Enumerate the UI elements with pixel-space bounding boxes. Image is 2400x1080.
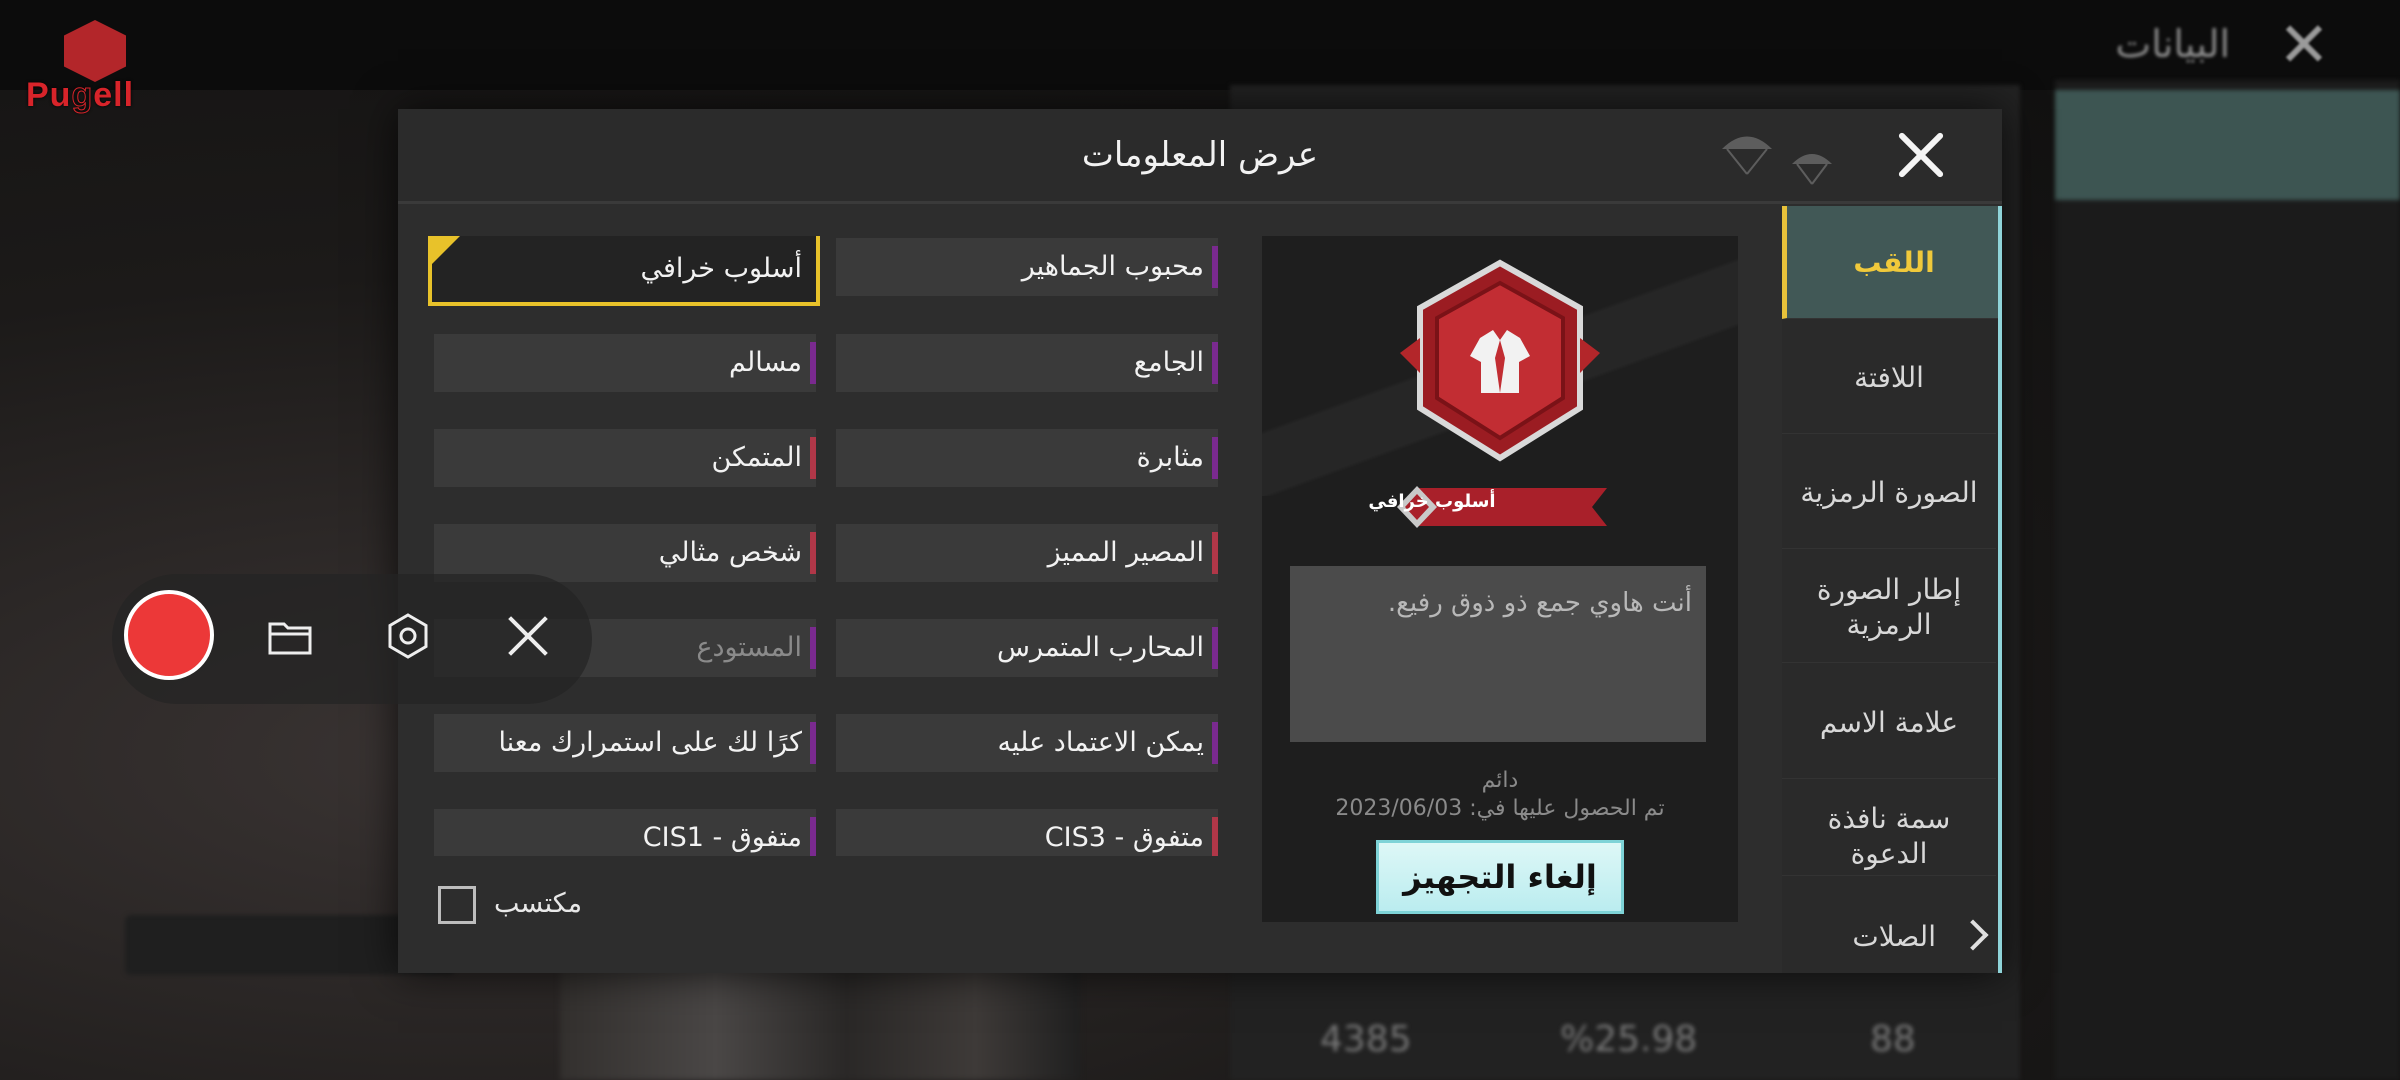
dialog-header: عرض المعلومات bbox=[398, 109, 2002, 204]
rarity-bar bbox=[810, 627, 816, 669]
checkbox-icon bbox=[438, 886, 476, 924]
obtained-label: تم الحصول عليها في: bbox=[1469, 796, 1665, 821]
dialog-title: عرض المعلومات bbox=[1081, 135, 1319, 175]
title-item-label: المحارب المتمرس bbox=[997, 632, 1204, 663]
tabs-edge bbox=[1998, 206, 2002, 973]
title-item[interactable]: متفوق - CIS1 bbox=[434, 809, 816, 856]
rarity-bar bbox=[1212, 246, 1218, 288]
background-stat: 88 bbox=[1870, 1019, 1916, 1060]
background-stat: %25.98 bbox=[1560, 1019, 1698, 1060]
background-sidebar-active bbox=[2055, 90, 2400, 200]
ribbon-title: أسلوب خرافي bbox=[1368, 491, 1496, 512]
rarity-bar bbox=[810, 532, 816, 574]
obtained-date: تم الحصول عليها في: 2023/06/03 bbox=[1262, 796, 1738, 821]
description-box: أنت هاوي جمع ذو ذوق رفيع. bbox=[1290, 566, 1706, 742]
title-item[interactable]: المتمكن bbox=[434, 429, 816, 487]
title-item[interactable]: المصير المميز bbox=[836, 524, 1218, 582]
watermark-badge bbox=[64, 20, 126, 82]
rarity-bar bbox=[1212, 722, 1218, 764]
record-icon[interactable] bbox=[124, 590, 214, 680]
title-item-label: المصير المميز bbox=[1047, 537, 1204, 568]
tab-connections[interactable]: الصلات bbox=[1782, 906, 1996, 973]
unequip-button[interactable]: إلغاء التجهيز bbox=[1376, 840, 1624, 914]
gear-icon[interactable] bbox=[384, 612, 432, 660]
title-item[interactable]: مثابرة bbox=[836, 429, 1218, 487]
title-item-label: المستودع bbox=[696, 632, 802, 663]
tab-avatar[interactable]: الصورة الرمزية bbox=[1782, 436, 1996, 549]
rarity-bar bbox=[1212, 627, 1218, 669]
selected-check-icon bbox=[432, 236, 460, 264]
title-item-label: مسالم bbox=[729, 347, 802, 378]
tab-name-tag[interactable]: علامة الاسم bbox=[1782, 666, 1996, 779]
rarity-bar bbox=[810, 722, 816, 764]
category-tabs: اللقب اللافتة الصورة الرمزية إطار الصورة… bbox=[1782, 206, 2002, 973]
close-icon[interactable] bbox=[506, 614, 550, 658]
chevron-right-icon bbox=[1957, 919, 1989, 951]
obtained-date-value: 2023/06/03 bbox=[1335, 796, 1463, 821]
title-emblem-icon bbox=[1400, 259, 1600, 462]
title-item-label: كرًا لك على استمرارك معنا bbox=[498, 727, 802, 758]
background-characters bbox=[560, 960, 1080, 1080]
rarity-bar bbox=[810, 817, 816, 856]
title-item-selected[interactable]: أسلوب خرافي bbox=[428, 236, 820, 306]
duration-text: دائم bbox=[1481, 768, 1519, 793]
background-close-icon: ✕ bbox=[2278, 8, 2330, 81]
tab-connections-label: الصلات bbox=[1852, 920, 1936, 953]
title-item-label: محبوب الجماهير bbox=[1021, 251, 1204, 282]
background-sidebar bbox=[2055, 80, 2400, 1080]
title-item-label: مثابرة bbox=[1136, 442, 1204, 473]
title-item-label: يمكن الاعتماد عليه bbox=[997, 727, 1204, 758]
tab-title[interactable]: اللقب bbox=[1782, 206, 2001, 319]
title-item[interactable]: يمكن الاعتماد عليه bbox=[836, 714, 1218, 772]
title-item-label: أسلوب خرافي bbox=[640, 253, 802, 284]
background-title: البيانات bbox=[2115, 22, 2230, 66]
title-preview: أسلوب خرافي أنت هاوي جمع ذو ذوق رفيع. دا… bbox=[1262, 236, 1738, 922]
title-item-label: المتمكن bbox=[711, 442, 802, 473]
title-item[interactable]: مسالم bbox=[434, 334, 816, 392]
watermark-text: Pugell bbox=[26, 76, 135, 115]
background-stat: 4385 bbox=[1320, 1019, 1412, 1060]
title-item-label: شخص مثالي bbox=[658, 537, 802, 568]
rarity-bar bbox=[810, 437, 816, 479]
rarity-bar bbox=[1212, 817, 1218, 856]
rarity-bar bbox=[810, 342, 816, 384]
title-item[interactable]: محبوب الجماهير bbox=[836, 238, 1218, 296]
description-text: أنت هاوي جمع ذو ذوق رفيع. bbox=[1387, 588, 1692, 618]
tab-avatar-frame[interactable]: إطار الصورة الرمزية bbox=[1782, 551, 1996, 663]
title-item-label: متفوق - CIS3 bbox=[1044, 822, 1204, 853]
watermark-logo: Pugell bbox=[22, 20, 172, 120]
rarity-bar bbox=[1212, 437, 1218, 479]
title-list: محبوب الجماهير الجامع مثابرة المصير المم… bbox=[428, 236, 1218, 856]
title-item[interactable]: كرًا لك على استمرارك معنا bbox=[434, 714, 816, 772]
title-item[interactable]: المحارب المتمرس bbox=[836, 619, 1218, 677]
owned-filter-label: مكتسب bbox=[494, 888, 583, 919]
title-item[interactable]: الجامع bbox=[836, 334, 1218, 392]
tab-banner[interactable]: اللافتة bbox=[1782, 321, 1996, 434]
screen-recorder-toolbar bbox=[112, 574, 592, 704]
close-icon[interactable] bbox=[1890, 123, 1954, 187]
rarity-bar bbox=[1212, 532, 1218, 574]
owned-filter-checkbox[interactable]: مكتسب bbox=[438, 886, 618, 932]
folder-icon[interactable] bbox=[267, 618, 313, 656]
tab-invite-theme[interactable]: سمة نافذة الدعوة bbox=[1782, 781, 1996, 876]
title-item-label: الجامع bbox=[1133, 347, 1204, 378]
title-item-label: متفوق - CIS1 bbox=[642, 822, 802, 853]
rarity-bar bbox=[1212, 342, 1218, 384]
title-item[interactable]: متفوق - CIS3 bbox=[836, 809, 1218, 856]
info-dialog: عرض المعلومات اللقب اللافتة الصورة الرمز… bbox=[398, 109, 2002, 973]
background-top-bar bbox=[0, 0, 2400, 90]
